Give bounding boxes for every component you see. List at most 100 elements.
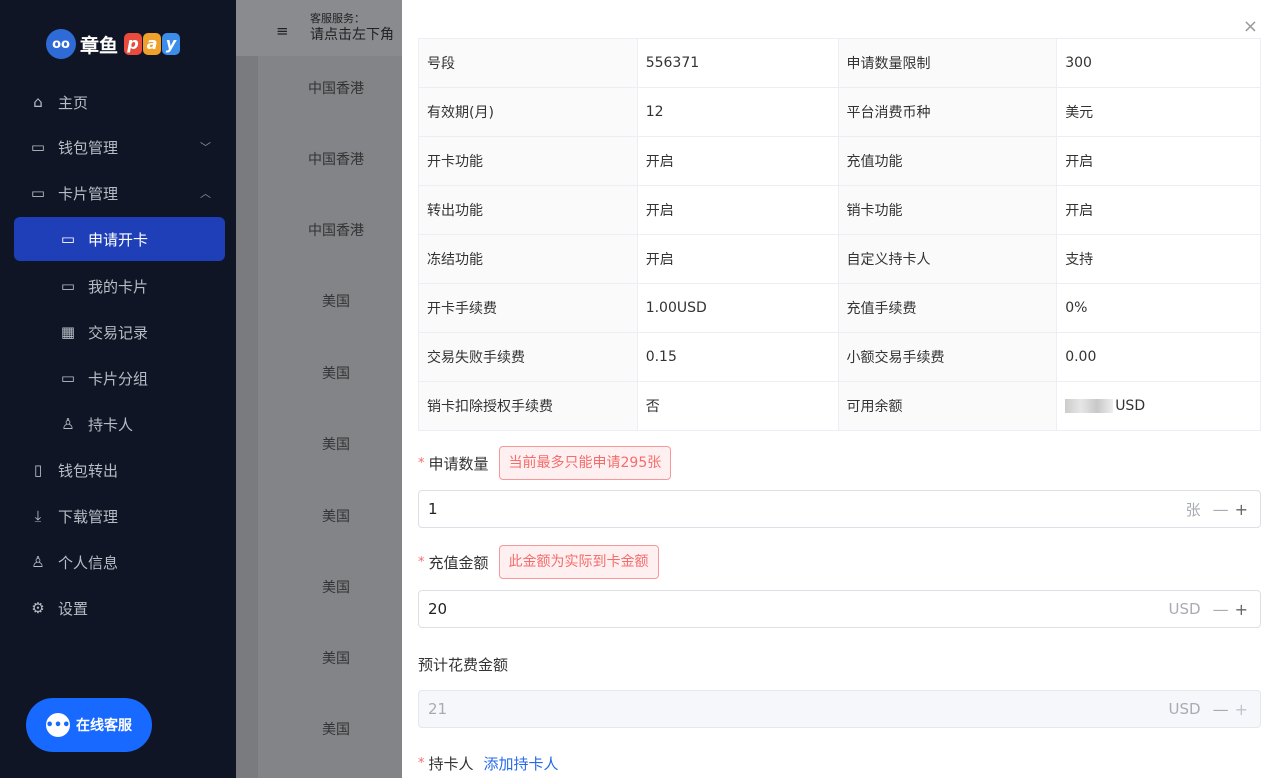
table-label: 小额交易手续费 (837, 332, 1058, 382)
table-label: 充值功能 (837, 136, 1058, 186)
sidebar-item-label: 下载管理 (58, 507, 119, 526)
minus-icon[interactable]: — (1213, 500, 1229, 519)
background-cell: 美国 (322, 294, 350, 310)
amount-label: 充值金额 (428, 553, 489, 572)
home-icon: ⌂ (33, 93, 43, 111)
minus-icon[interactable]: — (1213, 600, 1229, 619)
sidebar-item-apply-card[interactable]: ▭ 申请开卡 (14, 217, 225, 261)
table-row: 冻结功能 开启 自定义持卡人 支持 (418, 234, 1261, 284)
quantity-limit-tag: 当前最多只能申请295张 (498, 446, 672, 480)
estimated-label: 预计花费金额 (418, 656, 509, 674)
sidebar-item-profile[interactable]: ♙ 个人信息 (14, 540, 225, 584)
settings-icon: ⚙ (31, 599, 45, 617)
sidebar-item-cardholder[interactable]: ♙ 持卡人 (14, 402, 225, 446)
sidebar-item-downloads[interactable]: ⤓ 下载管理 (14, 494, 225, 538)
online-support-button[interactable]: ••• 在线客服 (26, 698, 152, 752)
sidebar-item-label: 钱包管理 (58, 138, 119, 157)
online-support-label: 在线客服 (76, 718, 132, 734)
table-row: 转出功能 开启 销卡功能 开启 (418, 185, 1261, 235)
amount-label-row: * 充值金额 此金额为实际到卡金额 (418, 545, 659, 579)
sidebar-item-home[interactable]: ⌂ 主页 (14, 80, 225, 124)
table-value: 1.00USD (636, 283, 839, 333)
background-cell: 美国 (322, 651, 350, 667)
table-value: 开启 (1056, 185, 1261, 235)
customer-service-notice: 客服服务： 请点击左下角 (310, 12, 394, 42)
table-value: 支持 (1056, 234, 1261, 284)
plus-icon[interactable]: + (1235, 500, 1248, 519)
table-row: 开卡功能 开启 充值功能 开启 (418, 136, 1261, 186)
sidebar-item-label: 钱包转出 (58, 461, 119, 480)
card-info-table: 号段 556371 申请数量限制 300 有效期(月) 12 平台消费币种 美元 开卡功能 开启充… (418, 38, 1261, 431)
minus-icon: — (1212, 699, 1229, 719)
table-label: 开卡功能 (418, 136, 638, 186)
amount-value[interactable]: 20 (419, 600, 1169, 618)
background-page: ≡ 客服服务： 请点击左下角 中国香港 中国香港 中国香港 美国 美国 美国 美… (236, 0, 402, 778)
sidebar-item-label: 持卡人 (88, 415, 134, 434)
background-cell: 美国 (322, 437, 350, 453)
table-value: 556371 (636, 38, 839, 88)
cardholder-label-row: * 持卡人 添加持卡人 (418, 753, 559, 774)
table-label: 平台消费币种 (837, 87, 1058, 137)
menu-toggle-icon[interactable]: ≡ (276, 22, 289, 40)
table-label: 可用余额 (837, 381, 1058, 431)
chat-bubble-icon: ••• (46, 713, 70, 737)
estimated-unit: USD (1168, 700, 1201, 718)
sidebar-item-label: 卡片分组 (88, 369, 149, 388)
sidebar-item-wallet-transfer[interactable]: ▯ 钱包转出 (14, 448, 225, 492)
amount-unit: USD (1168, 600, 1201, 618)
transfer-icon: ▯ (33, 461, 43, 479)
chevron-up-icon: ︿ (200, 187, 211, 200)
table-label: 销卡扣除授权手续费 (418, 381, 638, 431)
table-label: 转出功能 (418, 185, 638, 235)
table-value: 12 (636, 87, 839, 137)
table-label: 自定义持卡人 (837, 234, 1058, 284)
add-cardholder-link[interactable]: 添加持卡人 (484, 753, 559, 774)
plus-icon[interactable]: + (1235, 600, 1248, 619)
required-mark: * (418, 554, 425, 570)
sidebar-item-label: 主页 (58, 93, 89, 112)
logo-pay-letter: y (162, 33, 181, 55)
wallet-icon: ▭ (30, 138, 46, 156)
sidebar-item-label: 交易记录 (88, 323, 149, 342)
quantity-unit: 张 (1185, 500, 1201, 519)
table-label: 交易失败手续费 (418, 332, 638, 382)
estimated-label-row: 预计花费金额 (418, 654, 508, 675)
cards-icon: ▭ (60, 277, 76, 295)
sidebar-item-label: 申请开卡 (88, 230, 149, 249)
table-value: 开启 (636, 234, 839, 284)
cardholder-icon: ♙ (61, 415, 75, 433)
estimated-cost-stepper: 21 USD — + (418, 690, 1261, 728)
background-cell: 美国 (322, 580, 350, 596)
sidebar-item-label: 卡片管理 (58, 184, 119, 203)
sidebar-item-transactions[interactable]: ▦ 交易记录 (14, 310, 225, 354)
close-icon[interactable]: × (1243, 16, 1258, 37)
quantity-value[interactable]: 1 (419, 500, 1186, 518)
logo-pay-letter: p (124, 33, 143, 55)
amount-stepper[interactable]: 20 USD — + (418, 590, 1261, 628)
plus-icon: + (1234, 699, 1248, 719)
sidebar-item-card-group[interactable]: ▭ 卡片分组 (14, 356, 225, 400)
service-text: 请点击左下角 (310, 27, 394, 43)
logo[interactable]: oo 章鱼 p a y (46, 26, 181, 62)
quantity-stepper[interactable]: 1 张 — + (418, 490, 1261, 528)
sidebar: oo 章鱼 p a y ⌂ 主页 ▭ 钱包管理 ﹀ ▭ 卡片管理 ︿ ▭ 申请开… (0, 0, 236, 778)
sidebar-item-settings[interactable]: ⚙ 设置 (14, 586, 225, 630)
card-apply-icon: ▭ (60, 230, 76, 248)
sidebar-item-label: 设置 (58, 599, 89, 618)
background-cell: 中国香港 (308, 81, 364, 97)
card-group-icon: ▭ (60, 369, 76, 387)
sidebar-item-card-management[interactable]: ▭ 卡片管理 ︿ (14, 171, 225, 215)
logo-pay-letter: a (143, 33, 162, 55)
table-value: 开启 (1056, 136, 1261, 186)
table-label: 申请数量限制 (837, 38, 1058, 88)
table-label: 充值手续费 (837, 283, 1058, 333)
card-icon: ▭ (30, 184, 46, 202)
service-label: 客服服务： (310, 12, 365, 25)
table-label: 号段 (418, 38, 638, 88)
amount-note-tag: 此金额为实际到卡金额 (498, 545, 659, 579)
sidebar-item-wallet[interactable]: ▭ 钱包管理 ﹀ (14, 125, 225, 169)
table-value: 开启 (636, 185, 839, 235)
background-cell: 中国香港 (308, 152, 364, 168)
sidebar-item-my-cards[interactable]: ▭ 我的卡片 (14, 264, 225, 308)
table-label: 冻结功能 (418, 234, 638, 284)
